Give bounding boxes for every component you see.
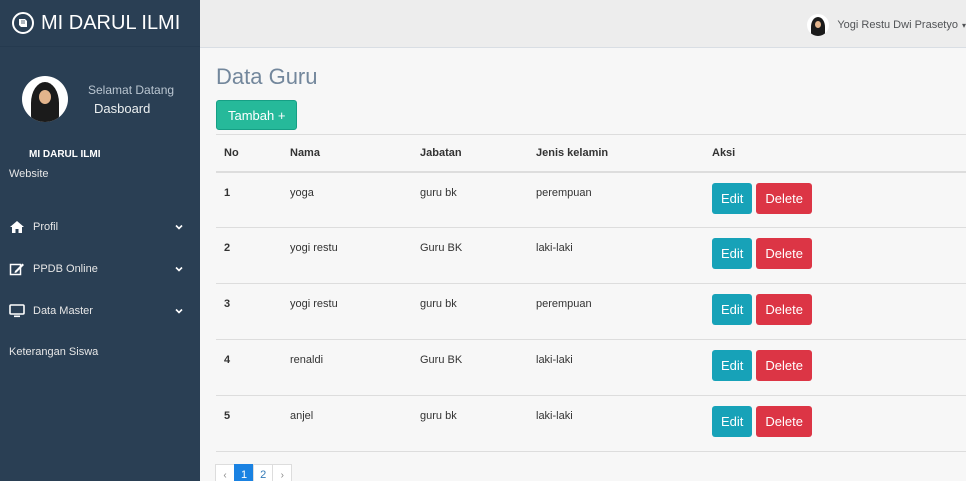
avatar — [22, 76, 68, 122]
sidebar-item-label: Website — [9, 168, 49, 180]
welcome-text: Selamat Datang — [88, 82, 175, 97]
cell-nama: anjel — [282, 395, 412, 452]
cell-jenis-kelamin: laki-laki — [528, 395, 704, 452]
header-jabatan: Jabatan — [412, 134, 528, 173]
sidebar-section-title: MI DARUL ILMI — [29, 149, 101, 160]
header-aksi: Aksi — [704, 134, 966, 173]
pagination-prev[interactable]: ‹ — [215, 464, 235, 481]
table-row: 4 renaldi Guru BK laki-laki Edit Delete — [216, 339, 966, 396]
cell-jenis-kelamin: perempuan — [528, 171, 704, 228]
caret-down-icon: ▾ — [961, 20, 966, 30]
cell-jabatan: Guru BK — [412, 227, 528, 284]
sidebar-item-label: Data Master — [33, 305, 93, 317]
cell-jabatan: Guru BK — [412, 339, 528, 396]
edit-icon — [9, 262, 25, 276]
cell-aksi: Edit Delete — [704, 227, 966, 284]
cell-jabatan: guru bk — [412, 283, 528, 340]
sidebar-item-profil[interactable]: Profil — [0, 206, 200, 248]
pagination-page-2[interactable]: 2 — [253, 464, 274, 481]
book-icon — [12, 12, 34, 34]
user-avatar — [807, 14, 830, 36]
table-row: 3 yogi restu guru bk perempuan Edit Delet… — [216, 283, 966, 340]
sidebar-item-keterangan-siswa[interactable]: Keterangan Siswa — [0, 332, 200, 372]
dashboard-link[interactable]: Dasboard — [88, 101, 174, 116]
cell-nama: yogi restu — [282, 227, 412, 284]
edit-button[interactable]: Edit — [712, 350, 753, 381]
delete-button[interactable]: Delete — [756, 350, 812, 381]
profile-block: Selamat Datang Dasboard — [0, 47, 200, 135]
header-no: No — [216, 134, 282, 173]
cell-no: 1 — [216, 171, 282, 228]
table-header-row: No Nama Jabatan Jenis kelamin Aksi — [216, 134, 966, 173]
cell-aksi: Edit Delete — [704, 395, 966, 452]
cell-jabatan: guru bk — [412, 171, 528, 228]
sidebar-item-label: Profil — [33, 221, 59, 233]
cell-no: 4 — [216, 339, 282, 396]
delete-button[interactable]: Delete — [756, 182, 812, 214]
cell-nama: yoga — [282, 171, 412, 228]
cell-jabatan: guru bk — [412, 395, 528, 452]
brand[interactable]: MI DARUL ILMI — [0, 0, 200, 47]
user-name: Yogi Restu Dwi Prasetyo — [837, 19, 958, 31]
table-row: 2 yogi restu Guru BK laki-laki Edit Delet… — [216, 227, 966, 284]
pagination-next[interactable]: › — [272, 464, 293, 481]
pagination-page-1[interactable]: 1 — [234, 464, 255, 481]
cell-aksi: Edit Delete — [704, 171, 966, 228]
header-jenis-kelamin: Jenis kelamin — [528, 134, 704, 173]
cell-no: 2 — [216, 227, 282, 284]
sidebar-item-label: Keterangan Siswa — [9, 346, 99, 358]
edit-button[interactable]: Edit — [712, 406, 753, 437]
delete-button[interactable]: Delete — [756, 238, 812, 269]
cell-aksi: Edit Delete — [704, 339, 966, 396]
add-button[interactable]: Tambah + — [216, 100, 298, 130]
cell-no: 3 — [216, 283, 282, 340]
desktop-icon — [9, 304, 25, 318]
page-title: Data Guru — [216, 64, 318, 89]
guru-table: No Nama Jabatan Jenis kelamin Aksi 1 yog… — [216, 134, 966, 452]
table-row: 1 yoga guru bk perempuan Edit Delete — [216, 171, 966, 228]
chevron-down-icon — [175, 266, 183, 272]
cell-no: 5 — [216, 395, 282, 452]
sidebar-item-ppdb-online[interactable]: PPDB Online — [0, 248, 200, 290]
cell-nama: yogi restu — [282, 283, 412, 340]
pagination: ‹ 1 2 › — [215, 464, 293, 481]
main-content: Data Guru Tambah + No Nama Jabatan Jenis… — [200, 48, 966, 481]
chevron-down-icon — [175, 308, 183, 314]
table-row: 5 anjel guru bk laki-laki Edit Delete — [216, 395, 966, 452]
header-nama: Nama — [282, 134, 412, 173]
cell-jenis-kelamin: perempuan — [528, 283, 704, 340]
sidebar: MI DARUL ILMI Selamat Datang Dasboard MI… — [0, 0, 200, 481]
brand-title: MI DARUL ILMI — [41, 11, 181, 34]
cell-aksi: Edit Delete — [704, 283, 966, 340]
cell-jenis-kelamin: laki-laki — [528, 227, 704, 284]
user-menu[interactable]: Yogi Restu Dwi Prasetyo ▾ — [807, 14, 966, 36]
edit-button[interactable]: Edit — [712, 294, 753, 325]
edit-button[interactable]: Edit — [712, 238, 753, 269]
home-icon — [9, 220, 25, 234]
sidebar-item-website[interactable]: Website — [0, 168, 200, 206]
delete-button[interactable]: Delete — [756, 406, 812, 437]
sidebar-item-data-master[interactable]: Data Master — [0, 290, 200, 332]
sidebar-item-label: PPDB Online — [33, 263, 98, 275]
cell-nama: renaldi — [282, 339, 412, 396]
edit-button[interactable]: Edit — [712, 182, 753, 214]
cell-jenis-kelamin: laki-laki — [528, 339, 704, 396]
delete-button[interactable]: Delete — [756, 294, 812, 325]
top-navbar: Yogi Restu Dwi Prasetyo ▾ — [200, 0, 966, 48]
chevron-down-icon — [175, 224, 183, 230]
